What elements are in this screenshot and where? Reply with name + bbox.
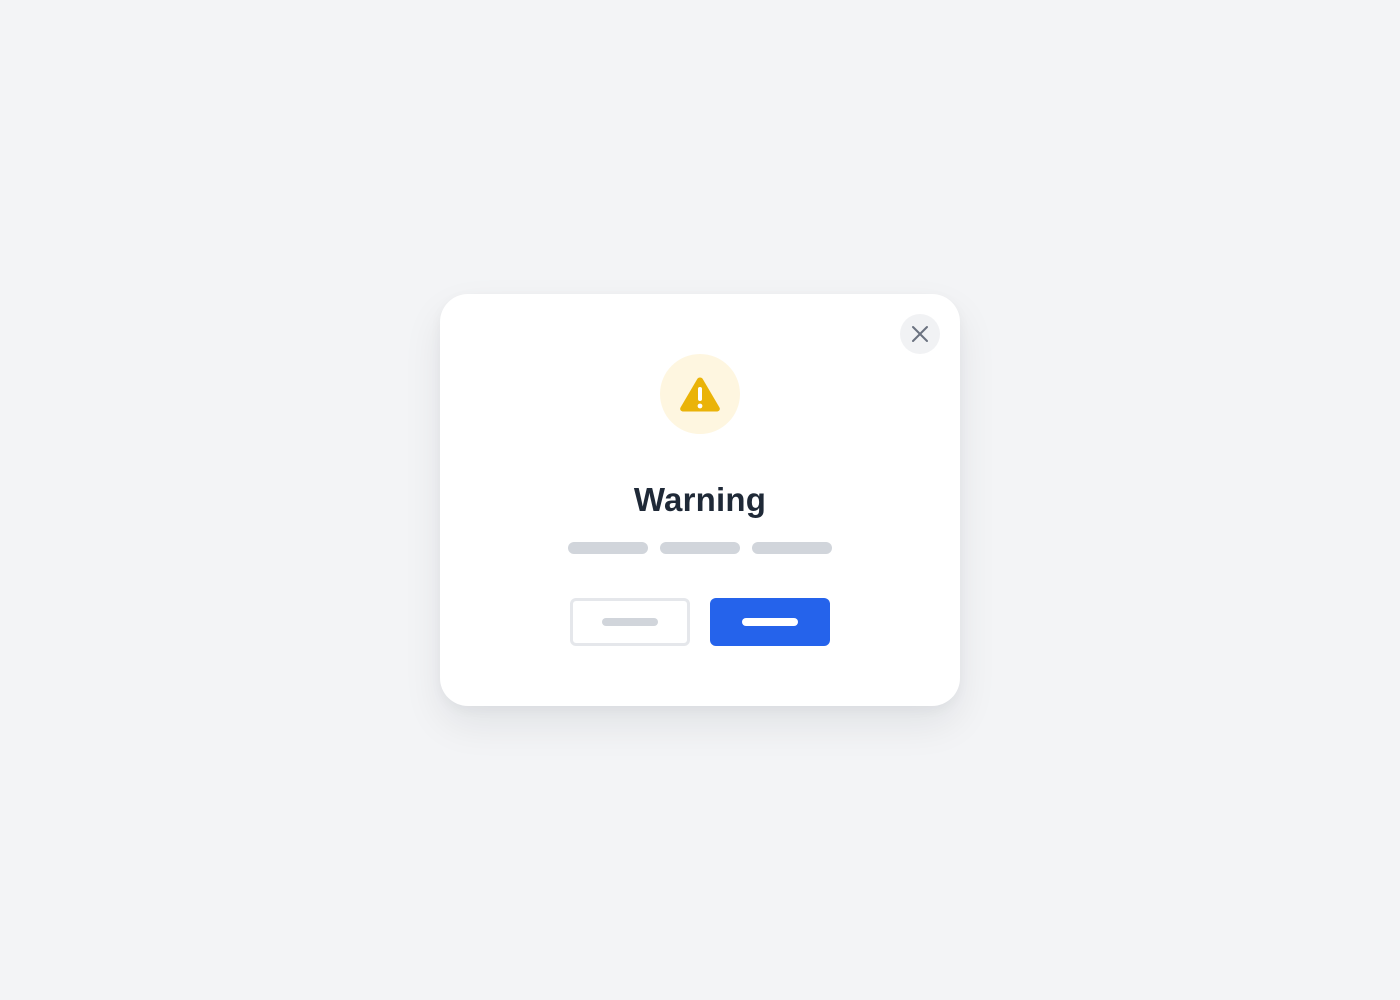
close-icon	[912, 326, 928, 342]
confirm-button[interactable]	[710, 598, 830, 646]
close-button[interactable]	[900, 314, 940, 354]
description-placeholder-bar	[752, 542, 832, 554]
description-placeholder-bar	[660, 542, 740, 554]
confirm-button-label-placeholder	[742, 618, 798, 626]
cancel-button[interactable]	[570, 598, 690, 646]
warning-dialog: Warning	[440, 294, 960, 706]
cancel-button-label-placeholder	[602, 618, 658, 626]
dialog-description-placeholder	[568, 542, 832, 554]
warning-icon-badge	[660, 354, 740, 434]
description-placeholder-bar	[568, 542, 648, 554]
warning-triangle-icon	[680, 377, 720, 412]
dialog-title: Warning	[633, 481, 767, 518]
